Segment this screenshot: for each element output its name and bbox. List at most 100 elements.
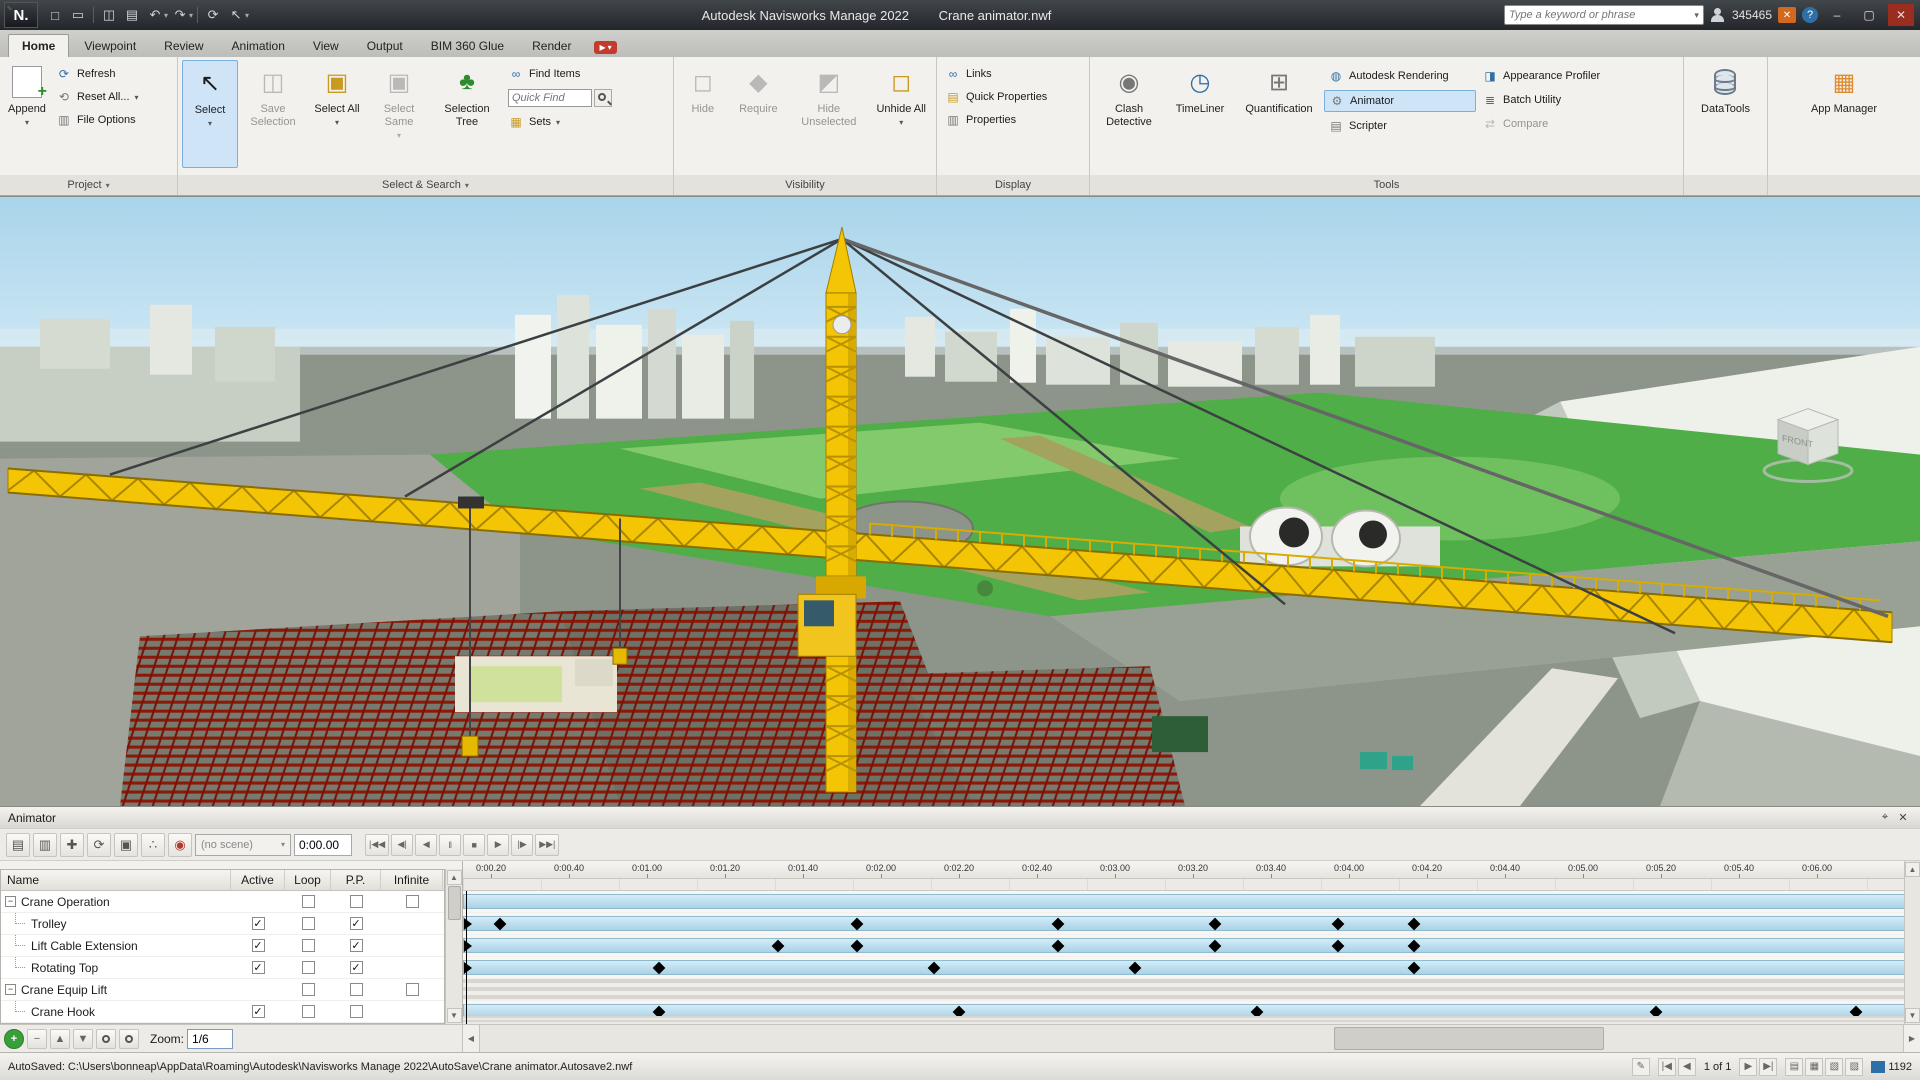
pin-icon[interactable]: ⌖ [1876,810,1894,826]
scene-selector[interactable]: (no scene)▾ [195,834,291,856]
scale-set-icon[interactable]: ▣ [114,833,138,857]
scroll-left-icon[interactable]: ◀ [463,1025,480,1052]
tab-bim-360-glue[interactable]: BIM 360 Glue [418,35,517,57]
grid-view-icon[interactable]: ▦ [1805,1058,1823,1076]
toolbar-options-dropdown-icon[interactable]: ▾ [245,11,249,20]
user-id[interactable]: 345465 [1732,8,1772,22]
keyframe-diamond[interactable] [1332,917,1345,930]
add-button[interactable]: + [4,1029,24,1049]
links-button[interactable]: ∞Links [941,64,1051,84]
keyframe-diamond[interactable] [1051,939,1064,952]
tab-animation[interactable]: Animation [219,35,298,57]
save-button[interactable]: ◫ [98,4,120,26]
prev-sheet-button[interactable]: ◀ [1678,1058,1696,1076]
quick-properties-button[interactable]: ▤Quick Properties [941,87,1051,107]
timeline-row[interactable] [463,935,1920,957]
column-header-infinite[interactable]: Infinite [381,870,443,890]
tree-row[interactable]: Trolley ✓ ✓ [1,913,444,935]
keyframe-diamond[interactable] [1332,939,1345,952]
keyframe-diamond[interactable] [850,917,863,930]
checkbox[interactable] [302,1005,315,1018]
checkbox[interactable] [302,961,315,974]
keyframe-diamond[interactable] [494,917,507,930]
unhide-all-button[interactable]: ◻ Unhide All ▾ [871,60,933,168]
print-button[interactable]: ▤ [121,4,143,26]
tree-row[interactable]: Lift Cable Extension✓✓ [1,935,444,957]
fast-forward-button[interactable]: ▶▶| [535,834,559,856]
save-selection-button[interactable]: ◫ Save Selection [240,60,306,168]
batch-utility-button[interactable]: ≣Batch Utility [1478,90,1646,110]
time-cursor[interactable] [466,891,467,1024]
translate-set-icon[interactable]: ✚ [60,833,84,857]
tab-home[interactable]: Home [8,34,69,57]
timeline-panel[interactable]: 0:00.200:00.400:01.000:01.200:01.400:02.… [462,861,1920,1024]
timeline-row[interactable] [463,891,1920,913]
append-button[interactable]: + Append ▾ [4,60,50,168]
tree-row[interactable]: −Crane Operation [1,891,444,913]
ribbon-group-label-tools[interactable]: Tools [1090,175,1683,195]
checkbox[interactable]: ✓ [350,917,363,930]
ribbon-group-label-display[interactable]: Display [937,175,1089,195]
sets-button[interactable]: ▦Sets▾ [504,112,616,132]
zoom-out-button[interactable] [119,1029,139,1049]
autodesk-rendering-button[interactable]: ◍Autodesk Rendering [1324,66,1476,86]
report-view-icon[interactable]: ▨ [1845,1058,1863,1076]
tree-row[interactable]: Rotating Top✓✓ [1,957,444,979]
tab-output[interactable]: Output [354,35,416,57]
keyframe-diamond[interactable] [653,961,666,974]
undo-dropdown-icon[interactable]: ▾ [164,11,168,20]
file-options-button[interactable]: ▥File Options [52,110,143,130]
collapse-icon[interactable]: − [5,896,16,907]
quick-find-box[interactable] [504,87,616,109]
column-header-pp[interactable]: P.P. [331,870,381,890]
checkbox[interactable]: ✓ [350,939,363,952]
checkbox[interactable] [302,895,315,908]
app-store-icon[interactable]: ✕ [1778,7,1796,23]
collapse-icon[interactable]: − [5,984,16,995]
close-button[interactable]: ✕ [1888,4,1914,26]
undo-button[interactable]: ↶ [144,4,166,26]
rewind-button[interactable]: |◀◀ [365,834,389,856]
animator-button[interactable]: ⚙Animator [1324,90,1476,112]
search-input[interactable] [1509,9,1694,21]
keyword-search[interactable]: ▾ [1504,5,1704,25]
refresh-model-button[interactable]: ⟳Refresh [52,64,143,84]
minimize-button[interactable]: – [1824,4,1850,26]
animation-name[interactable]: Rotating Top [31,961,98,975]
maximize-button[interactable]: ▢ [1856,4,1882,26]
tree-row[interactable]: −Crane Equip Lift [1,979,444,1001]
stop-button[interactable]: ■ [463,834,485,856]
checkbox[interactable] [350,983,363,996]
keyframe-diamond[interactable] [1208,939,1221,952]
checkbox[interactable] [406,895,419,908]
checkbox[interactable]: ✓ [252,1005,265,1018]
select-cursor-button[interactable]: ↖ [225,4,247,26]
ribbon-group-label-project[interactable]: Project▾ [0,175,177,195]
checkbox[interactable] [350,1005,363,1018]
column-header-loop[interactable]: Loop [285,870,331,890]
animation-name[interactable]: Crane Operation [21,895,110,909]
quick-find-input[interactable] [508,89,592,107]
step-back-button[interactable]: ◀| [391,834,413,856]
keyframe-diamond[interactable] [1408,961,1421,974]
ribbon-group-label-visibility[interactable]: Visibility [674,175,936,195]
tab-render[interactable]: Render [519,35,584,57]
tab-review[interactable]: Review [151,35,216,57]
checkbox[interactable]: ✓ [252,917,265,930]
hscrollbar-thumb[interactable] [1334,1027,1604,1050]
datatools-button[interactable]: DataTools [1697,60,1754,168]
move-down-button[interactable]: ▼ [73,1029,93,1049]
scroll-down-icon[interactable]: ▼ [1905,1008,1920,1023]
animation-name[interactable]: Lift Cable Extension [31,939,138,953]
last-sheet-button[interactable]: ▶| [1759,1058,1777,1076]
column-header-name[interactable]: Name [1,870,231,890]
redo-button[interactable]: ↷ [169,4,191,26]
rotate-set-icon[interactable]: ⟳ [87,833,111,857]
move-up-button[interactable]: ▲ [50,1029,70,1049]
animation-name[interactable]: Trolley [31,917,67,931]
help-icon[interactable]: ? [1802,7,1818,23]
capture-keyframe-icon[interactable]: ◉ [168,833,192,857]
checkbox[interactable]: ✓ [252,961,265,974]
zoom-in-button[interactable] [96,1029,116,1049]
clash-detective-button[interactable]: ◉ Clash Detective [1094,60,1164,168]
